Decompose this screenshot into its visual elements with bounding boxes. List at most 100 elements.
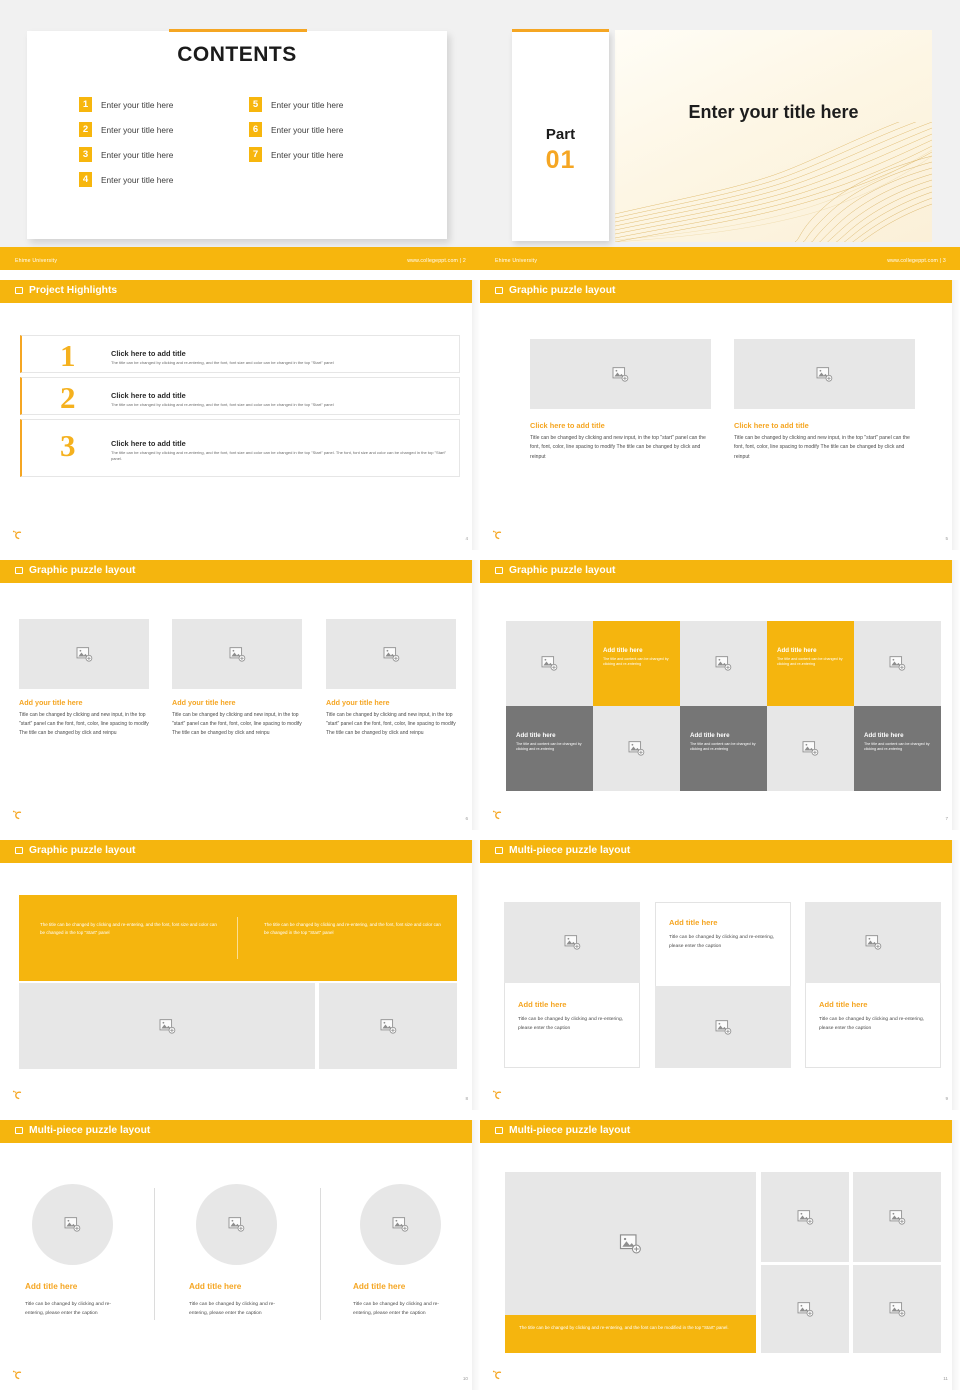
slide-thumbnail-9[interactable]: Multi-piece puzzle layout Add title here…	[480, 840, 960, 1110]
slide-background	[0, 560, 480, 830]
add-image-icon	[889, 1301, 905, 1317]
section-hero-panel: Enter your title here	[615, 30, 932, 242]
image-placeholder-1[interactable]	[530, 339, 711, 409]
highlight-title-2: Click here to add title	[111, 391, 186, 400]
header-square-icon	[15, 567, 23, 574]
add-image-icon	[228, 1217, 245, 1232]
slide-edge-shadow	[472, 560, 480, 830]
tile-title: Add title here	[777, 647, 817, 654]
highlight-row-2[interactable]: 2 Click here to add title The title can …	[20, 377, 460, 415]
contents-label-4: Enter your title here	[101, 174, 174, 185]
cell-desc-3: Title can be changed by clicking and re-…	[819, 1017, 925, 1032]
highlight-number-1: 1	[60, 338, 76, 373]
slide-header-title: Graphic puzzle layout	[509, 285, 616, 296]
slide-thumbnail-3[interactable]: Enter your title here Part 01 Ehime Univ…	[480, 0, 960, 270]
contents-number-6: 6	[249, 122, 262, 137]
image-placeholder-grid-3[interactable]	[761, 1265, 849, 1353]
image-placeholder-1[interactable]	[19, 983, 315, 1069]
slide-page-number: 10	[462, 1376, 468, 1381]
image-placeholder-2[interactable]	[172, 619, 302, 689]
image-placeholder-grid-2[interactable]	[853, 1172, 941, 1262]
slide-header-title: Project Highlights	[29, 285, 118, 296]
contents-label-2: Enter your title here	[101, 124, 174, 135]
tile-r1c3-image[interactable]	[680, 621, 767, 706]
tile-desc: The title and content can be changed by …	[516, 742, 582, 752]
add-image-icon	[159, 1018, 175, 1034]
slide-edge-shadow	[952, 840, 960, 1110]
add-image-icon	[715, 1019, 731, 1035]
block-title-2: Click here to add title	[734, 421, 809, 430]
section-part-card: Part 01	[512, 29, 609, 241]
add-image-icon	[797, 1209, 813, 1225]
highlight-row-3[interactable]: 3 Click here to add title The title can …	[20, 419, 460, 477]
image-placeholder-2[interactable]	[734, 339, 915, 409]
slide-thumbnail-5[interactable]: Graphic puzzle layout Click here to add …	[480, 280, 960, 550]
tile-r2c3-text[interactable]: Add title here The title and content can…	[680, 706, 767, 791]
header-square-icon	[495, 847, 503, 854]
c-logo-icon	[12, 1090, 22, 1100]
slide-thumbnail-7[interactable]: Graphic puzzle layout Add title here The…	[480, 560, 960, 830]
slide-edge-shadow	[952, 1120, 960, 1390]
contents-label-6: Enter your title here	[271, 124, 344, 135]
slide-thumbnail-2[interactable]: CONTENTS 1 Enter your title here 2 Enter…	[0, 0, 480, 270]
slide-page-number: 9	[945, 1096, 948, 1101]
circle-title-2: Add title here	[189, 1282, 242, 1291]
contents-item-5[interactable]: 5 Enter your title here	[249, 97, 343, 112]
block-desc-2: Title can be changed by clicking and new…	[734, 435, 910, 460]
slide-edge-shadow	[472, 280, 480, 550]
slide-page-number: 11	[943, 1376, 948, 1381]
image-placeholder-circle-2[interactable]	[196, 1184, 277, 1265]
image-placeholder-circle-3[interactable]	[360, 1184, 441, 1265]
slide-thumbnail-4[interactable]: Project Highlights 1 Click here to add t…	[0, 280, 480, 550]
image-placeholder-1[interactable]	[19, 619, 149, 689]
slide-edge-shadow	[952, 560, 960, 830]
contents-item-6[interactable]: 6 Enter your title here	[249, 122, 343, 137]
add-image-icon	[564, 935, 580, 950]
slide-edge-shadow	[472, 1120, 480, 1390]
slide-background	[480, 280, 960, 550]
contents-item-2[interactable]: 2 Enter your title here	[79, 122, 173, 137]
contents-item-1[interactable]: 1 Enter your title here	[79, 97, 173, 112]
slide-thumbnail-11[interactable]: Multi-piece puzzle layout The title can …	[480, 1120, 960, 1400]
contents-item-4[interactable]: 4 Enter your title here	[79, 172, 173, 187]
tile-title: Add title here	[516, 732, 556, 739]
contents-item-3[interactable]: 3 Enter your title here	[79, 147, 173, 162]
slide-thumbnail-8[interactable]: Graphic puzzle layout The title can be c…	[0, 840, 480, 1110]
highlight-row-1[interactable]: 1 Click here to add title The title can …	[20, 335, 460, 373]
tile-r1c2-text[interactable]: Add title here The title and content can…	[593, 621, 680, 706]
tile-r1c5-image[interactable]	[854, 621, 941, 706]
image-placeholder-1[interactable]	[504, 902, 640, 983]
add-image-icon	[541, 656, 558, 671]
image-placeholder-grid-1[interactable]	[761, 1172, 849, 1262]
header-square-icon	[495, 567, 503, 574]
image-placeholder-2[interactable]	[319, 983, 457, 1069]
slide-header-title: Multi-piece puzzle layout	[29, 1125, 151, 1136]
block-title-2: Add your title here	[172, 698, 236, 707]
tile-r2c1-text[interactable]: Add title here The title and content can…	[506, 706, 593, 791]
hero-caption-band[interactable]: The title can be changed by clicking and…	[505, 1315, 756, 1353]
image-placeholder-3[interactable]	[326, 619, 456, 689]
band-divider	[237, 917, 238, 959]
add-image-icon	[715, 656, 732, 671]
image-placeholder-circle-1[interactable]	[32, 1184, 113, 1265]
slide-thumbnail-10[interactable]: Multi-piece puzzle layout Add title here…	[0, 1120, 480, 1400]
slide-thumbnail-6[interactable]: Graphic puzzle layout Add your title her…	[0, 560, 480, 830]
circle-title-1: Add title here	[25, 1282, 78, 1291]
image-placeholder-hero[interactable]	[505, 1172, 756, 1315]
tile-r1c4-text[interactable]: Add title here The title and content can…	[767, 621, 854, 706]
yellow-text-band[interactable]: The title can be changed by clicking and…	[19, 895, 457, 981]
contents-label-5: Enter your title here	[271, 99, 344, 110]
image-placeholder-3[interactable]	[805, 902, 941, 983]
block-desc-1: Title can be changed by clicking and new…	[19, 712, 149, 736]
tile-r2c4-image[interactable]	[767, 706, 854, 791]
tile-r2c2-image[interactable]	[593, 706, 680, 791]
circle-title-3: Add title here	[353, 1282, 406, 1291]
tile-r1c1-image[interactable]	[506, 621, 593, 706]
highlight-number-2: 2	[60, 380, 76, 415]
contents-label-3: Enter your title here	[101, 149, 174, 160]
tile-r2c5-text[interactable]: Add title here The title and content can…	[854, 706, 941, 791]
c-logo-icon	[12, 1370, 22, 1380]
image-placeholder-grid-4[interactable]	[853, 1265, 941, 1353]
contents-item-7[interactable]: 7 Enter your title here	[249, 147, 343, 162]
image-placeholder-2[interactable]	[655, 986, 791, 1068]
